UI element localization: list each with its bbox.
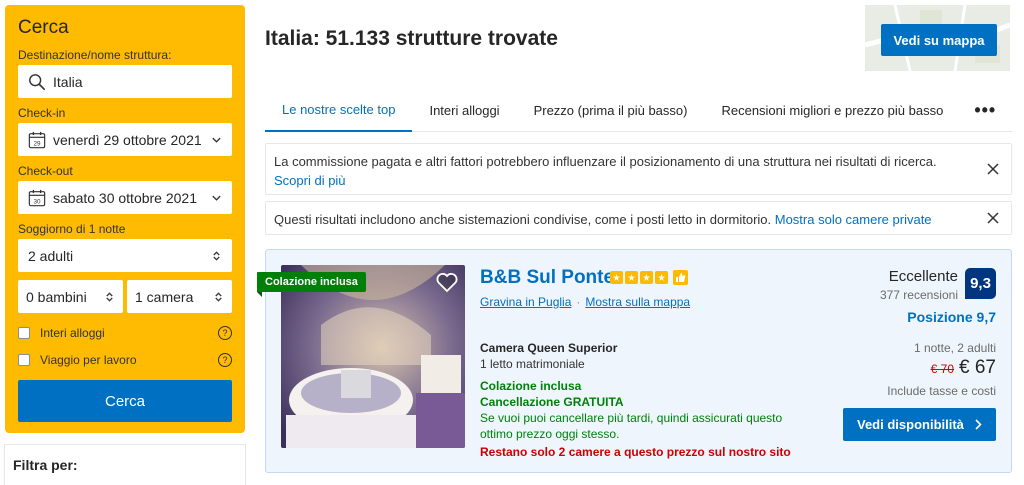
property-name[interactable]: B&B Sul Ponte (480, 267, 614, 289)
help-icon[interactable]: ? (218, 353, 232, 367)
free-cancellation: Cancellazione GRATUITA (480, 395, 624, 409)
checkin-label: Check-in (18, 106, 66, 120)
review-count: 377 recensioni (879, 288, 958, 302)
tab-entire-homes[interactable]: Interi alloggi (412, 89, 516, 131)
children-select[interactable]: 0 bambini (18, 280, 123, 313)
filter-panel: Filtra per: (4, 444, 246, 485)
see-availability-button[interactable]: Vedi disponibilità (843, 408, 996, 441)
see-availability-label: Vedi disponibilità (857, 417, 964, 432)
star-icon (625, 271, 638, 284)
star-icon (610, 271, 623, 284)
thumbs-up-icon (673, 270, 688, 285)
tab-price-lowest[interactable]: Prezzo (prima il più basso) (517, 89, 705, 131)
destination-field[interactable] (18, 65, 232, 98)
destination-input[interactable] (53, 73, 213, 90)
calendar-day: 29 (33, 140, 41, 147)
location-separator: · (576, 295, 581, 309)
breakfast-ribbon: Colazione inclusa (257, 272, 366, 297)
children-value: 0 bambini (26, 288, 87, 305)
ranking-notice-text: La commissione pagata e altri fattori po… (274, 154, 937, 169)
chevron-down-icon (212, 195, 221, 201)
room-name: Camera Queen Superior (480, 341, 618, 355)
tab-top-picks[interactable]: Le nostre scelte top (265, 89, 413, 132)
checkin-value: venerdì 29 ottobre 2021 (53, 131, 202, 148)
star-icon (655, 271, 668, 284)
bed-type: 1 letto matrimoniale (480, 357, 585, 371)
stay-length-label: Soggiorno di 1 notte (18, 222, 126, 236)
breakfast-included: Colazione inclusa (480, 379, 582, 393)
checkin-field[interactable]: 29 venerdì 29 ottobre 2021 (18, 123, 232, 156)
adults-value: 2 adulti (28, 247, 74, 264)
entire-homes-label: Interi alloggi (40, 326, 105, 340)
more-tabs-button[interactable]: ••• (960, 89, 1013, 131)
private-rooms-link[interactable]: Mostra solo camere private (775, 212, 932, 227)
search-icon (29, 73, 46, 90)
price-row: € 70 € 67 (931, 357, 996, 379)
view-on-map-button[interactable]: Vedi su mappa (881, 24, 997, 56)
shared-stays-notice: Questi risultati includono anche sistema… (265, 201, 1012, 235)
heart-icon[interactable] (435, 270, 459, 294)
chevron-updown-icon (106, 291, 113, 302)
work-travel-label: Viaggio per lavoro (40, 353, 137, 367)
entire-homes-checkbox[interactable] (18, 327, 30, 339)
close-icon[interactable] (987, 212, 999, 224)
children-rooms-row: 0 bambini 1 camera (18, 280, 232, 313)
property-location: Gravina in Puglia · Mostra sulla mappa (480, 295, 690, 309)
ranking-notice: La commissione pagata e altri fattori po… (265, 143, 1012, 195)
shared-stays-notice-text: Questi risultati includono anche sistema… (274, 212, 775, 227)
chevron-right-icon (975, 419, 982, 430)
star-icon (640, 271, 653, 284)
review-score-badge[interactable]: 9,3 (965, 268, 996, 299)
filter-title: Filtra per: (13, 457, 78, 473)
current-price: € 67 (959, 357, 996, 378)
chevron-updown-icon (215, 291, 222, 302)
adults-select[interactable]: 2 adulti (18, 239, 232, 272)
stay-summary: 1 notte, 2 adulti (913, 341, 996, 355)
learn-more-link[interactable]: Scopri di più (274, 173, 346, 188)
original-price: € 70 (930, 362, 955, 376)
search-title: Cerca (18, 17, 69, 38)
chevron-down-icon (212, 137, 221, 143)
search-results-page: Cerca Destinazione/nome struttura: Check… (0, 0, 1024, 485)
checkout-value: sabato 30 ottobre 2021 (53, 189, 198, 206)
entire-homes-checkbox-row[interactable]: Interi alloggi ? (18, 325, 232, 341)
tab-best-reviewed-lowest-price[interactable]: Recensioni migliori e prezzo più basso (704, 89, 960, 131)
work-travel-checkbox[interactable] (18, 354, 30, 366)
checkout-field[interactable]: 30 sabato 30 ottobre 2021 (18, 181, 232, 214)
work-travel-checkbox-row[interactable]: Viaggio per lavoro ? (18, 352, 232, 368)
calendar-icon: 29 (28, 131, 46, 148)
close-icon[interactable] (987, 163, 999, 175)
city-link[interactable]: Gravina in Puglia (480, 295, 571, 309)
rooms-value: 1 camera (135, 288, 194, 305)
review-rating-word: Eccellente (888, 268, 958, 285)
map-preview[interactable]: Vedi su mappa (865, 5, 1010, 71)
star-rating (610, 270, 688, 285)
search-button[interactable]: Cerca (18, 380, 232, 422)
rooms-select[interactable]: 1 camera (127, 280, 232, 313)
scarcity-message: Restano solo 2 camere a questo prezzo su… (480, 445, 791, 459)
chevron-updown-icon (213, 250, 220, 261)
calendar-day: 30 (33, 198, 41, 205)
calendar-icon: 30 (28, 189, 46, 206)
checkout-label: Check-out (18, 164, 73, 178)
results-title: Italia: 51.133 strutture trovate (265, 27, 558, 50)
destination-label: Destinazione/nome struttura: (18, 48, 172, 62)
location-score: Posizione 9,7 (907, 309, 996, 325)
help-icon[interactable]: ? (218, 326, 232, 340)
property-card: Colazione inclusa B&B Sul Ponte Gravina … (257, 249, 1012, 473)
show-on-map-link[interactable]: Mostra sulla mappa (585, 295, 690, 309)
cancellation-note: Se vuoi puoi cancellare più tardi, quind… (480, 411, 783, 441)
sort-tabs: Le nostre scelte top Interi alloggi Prez… (265, 89, 1012, 132)
tax-note: Include tasse e costi (887, 384, 996, 398)
search-panel: Cerca Destinazione/nome struttura: Check… (5, 5, 245, 433)
